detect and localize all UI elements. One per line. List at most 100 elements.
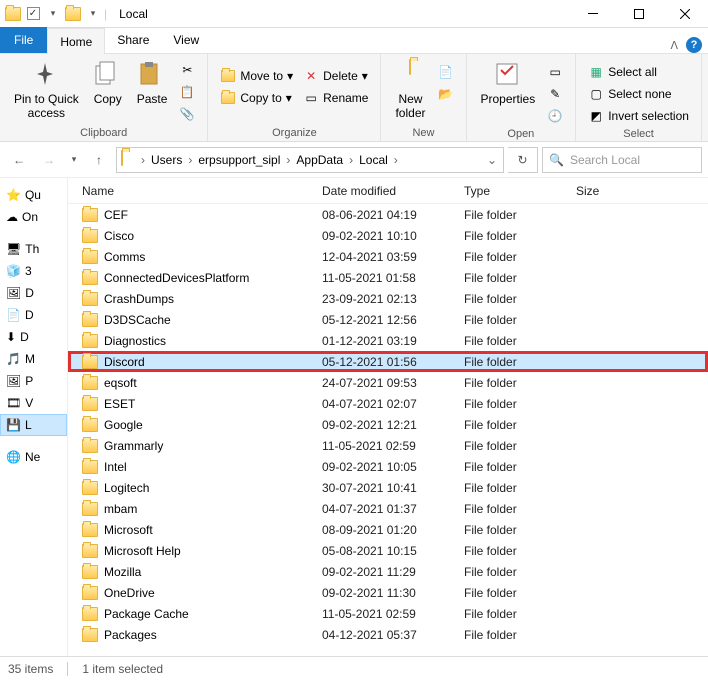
back-button[interactable]: ← <box>6 147 32 173</box>
col-name[interactable]: Name <box>68 184 322 198</box>
tree-item[interactable]: 💾L <box>0 414 67 436</box>
tree-item[interactable]: 🖼D <box>0 282 67 304</box>
tree-item[interactable]: 🌐Ne <box>0 446 67 468</box>
refresh-button[interactable]: ↻ <box>508 147 538 173</box>
rename-button[interactable]: ▭Rename <box>301 88 370 108</box>
folder-icon <box>4 5 22 23</box>
file-name: Logitech <box>104 481 149 495</box>
pin-quick-access-button[interactable]: Pin to Quick access <box>10 60 83 120</box>
tree-item[interactable]: ☁On <box>0 206 67 228</box>
new-folder-button[interactable]: New folder <box>391 60 429 120</box>
file-type: File folder <box>464 565 576 579</box>
tree-item[interactable]: 🎞V <box>0 392 67 414</box>
move-to-button[interactable]: Move to ▾ <box>218 66 295 86</box>
forward-button[interactable]: → <box>36 147 62 173</box>
table-row[interactable]: Mozilla09-02-2021 11:29File folder <box>68 561 708 582</box>
select-none-button[interactable]: ▢Select none <box>586 84 691 104</box>
file-type: File folder <box>464 523 576 537</box>
table-row[interactable]: D3DSCache05-12-2021 12:56File folder <box>68 309 708 330</box>
navigation-tree[interactable]: ⭐Qu☁On 🖥Th🧊3🖼D📄D⬇D🎵M🖼P🎞V💾L 🌐Ne <box>0 178 68 656</box>
easy-access-button[interactable]: 📂 <box>436 84 456 104</box>
folder-icon <box>82 397 98 411</box>
file-date: 05-12-2021 01:56 <box>322 355 464 369</box>
table-row[interactable]: Cisco09-02-2021 10:10File folder <box>68 225 708 246</box>
recent-dropdown[interactable]: ▾ <box>66 147 82 173</box>
tree-item[interactable]: 🧊3 <box>0 260 67 282</box>
file-name: D3DSCache <box>104 313 171 327</box>
file-name: Discord <box>104 355 145 369</box>
col-type[interactable]: Type <box>464 184 576 198</box>
table-row[interactable]: mbam04-07-2021 01:37File folder <box>68 498 708 519</box>
tree-item[interactable]: ⭐Qu <box>0 184 67 206</box>
tree-item[interactable]: 🖥Th <box>0 238 67 260</box>
folder-icon <box>82 460 98 474</box>
qat-dropdown-icon[interactable]: ▾ <box>44 5 62 23</box>
view-tab[interactable]: View <box>161 27 211 53</box>
help-icon[interactable]: ? <box>686 37 702 53</box>
file-type: File folder <box>464 229 576 243</box>
qat-dropdown-icon[interactable]: ▾ <box>84 5 102 23</box>
table-row[interactable]: Comms12-04-2021 03:59File folder <box>68 246 708 267</box>
tree-item[interactable]: 📄D <box>0 304 67 326</box>
file-name: Comms <box>104 250 145 264</box>
home-tab[interactable]: Home <box>47 28 105 54</box>
minimize-button[interactable] <box>570 0 616 28</box>
table-row[interactable]: ConnectedDevicesPlatform11-05-2021 01:58… <box>68 267 708 288</box>
copy-path-button[interactable]: 📋 <box>177 82 197 102</box>
file-type: File folder <box>464 250 576 264</box>
table-row[interactable]: Intel09-02-2021 10:05File folder <box>68 456 708 477</box>
collapse-ribbon-icon[interactable]: ᐱ <box>670 39 678 52</box>
table-row[interactable]: Grammarly11-05-2021 02:59File folder <box>68 435 708 456</box>
table-row[interactable]: Microsoft Help05-08-2021 10:15File folde… <box>68 540 708 561</box>
table-row[interactable]: CEF08-06-2021 04:19File folder <box>68 204 708 225</box>
copyto-icon <box>220 90 236 106</box>
history-button[interactable]: 🕘 <box>545 106 565 126</box>
table-row[interactable]: Package Cache11-05-2021 02:59File folder <box>68 603 708 624</box>
copy-button[interactable]: Copy <box>89 60 127 106</box>
new-item-button[interactable]: 📄 <box>436 62 456 82</box>
titlebar: ✓ ▾ ▾ | Local <box>0 0 708 28</box>
tree-item[interactable]: 🎵M <box>0 348 67 370</box>
search-input[interactable]: 🔍 Search Local <box>542 147 702 173</box>
folder-icon <box>82 481 98 495</box>
select-all-button[interactable]: ▦Select all <box>586 62 691 82</box>
table-row[interactable]: OneDrive09-02-2021 11:30File folder <box>68 582 708 603</box>
properties-button[interactable]: Properties <box>477 60 540 106</box>
file-date: 11-05-2021 02:59 <box>322 439 464 453</box>
paste-button[interactable]: Paste <box>133 60 172 106</box>
table-row[interactable]: Logitech30-07-2021 10:41File folder <box>68 477 708 498</box>
file-date: 23-09-2021 02:13 <box>322 292 464 306</box>
tree-icon: 🎵 <box>6 352 21 366</box>
up-button[interactable]: ↑ <box>86 147 112 173</box>
file-type: File folder <box>464 586 576 600</box>
table-row[interactable]: Microsoft08-09-2021 01:20File folder <box>68 519 708 540</box>
col-size[interactable]: Size <box>576 184 636 198</box>
file-type: File folder <box>464 481 576 495</box>
edit-button[interactable]: ✎ <box>545 84 565 104</box>
open-button[interactable]: ▭ <box>545 62 565 82</box>
file-tab[interactable]: File <box>0 27 47 53</box>
copy-to-button[interactable]: Copy to ▾ <box>218 88 295 108</box>
paste-shortcut-button[interactable]: 📎 <box>177 104 197 124</box>
breadcrumb[interactable]: › Users› erpsupport_sipl› AppData› Local… <box>116 147 504 173</box>
close-button[interactable] <box>662 0 708 28</box>
tree-item[interactable]: 🖼P <box>0 370 67 392</box>
delete-button[interactable]: ✕Delete ▾ <box>301 66 370 86</box>
table-row[interactable]: eqsoft24-07-2021 09:53File folder <box>68 372 708 393</box>
history-dropdown-icon[interactable]: ⌄ <box>485 153 499 167</box>
file-date: 04-12-2021 05:37 <box>322 628 464 642</box>
invert-selection-button[interactable]: ◩Invert selection <box>586 106 691 126</box>
share-tab[interactable]: Share <box>105 27 161 53</box>
table-row[interactable]: Diagnostics01-12-2021 03:19File folder <box>68 330 708 351</box>
table-row[interactable]: ESET04-07-2021 02:07File folder <box>68 393 708 414</box>
rename-icon: ▭ <box>303 90 319 106</box>
cut-button[interactable]: ✂ <box>177 60 197 80</box>
qat-checkbox-icon[interactable]: ✓ <box>24 5 42 23</box>
table-row[interactable]: Packages04-12-2021 05:37File folder <box>68 624 708 645</box>
maximize-button[interactable] <box>616 0 662 28</box>
table-row[interactable]: Google09-02-2021 12:21File folder <box>68 414 708 435</box>
table-row[interactable]: Discord05-12-2021 01:56File folder <box>68 351 708 372</box>
tree-item[interactable]: ⬇D <box>0 326 67 348</box>
col-date[interactable]: Date modified <box>322 184 464 198</box>
table-row[interactable]: CrashDumps23-09-2021 02:13File folder <box>68 288 708 309</box>
